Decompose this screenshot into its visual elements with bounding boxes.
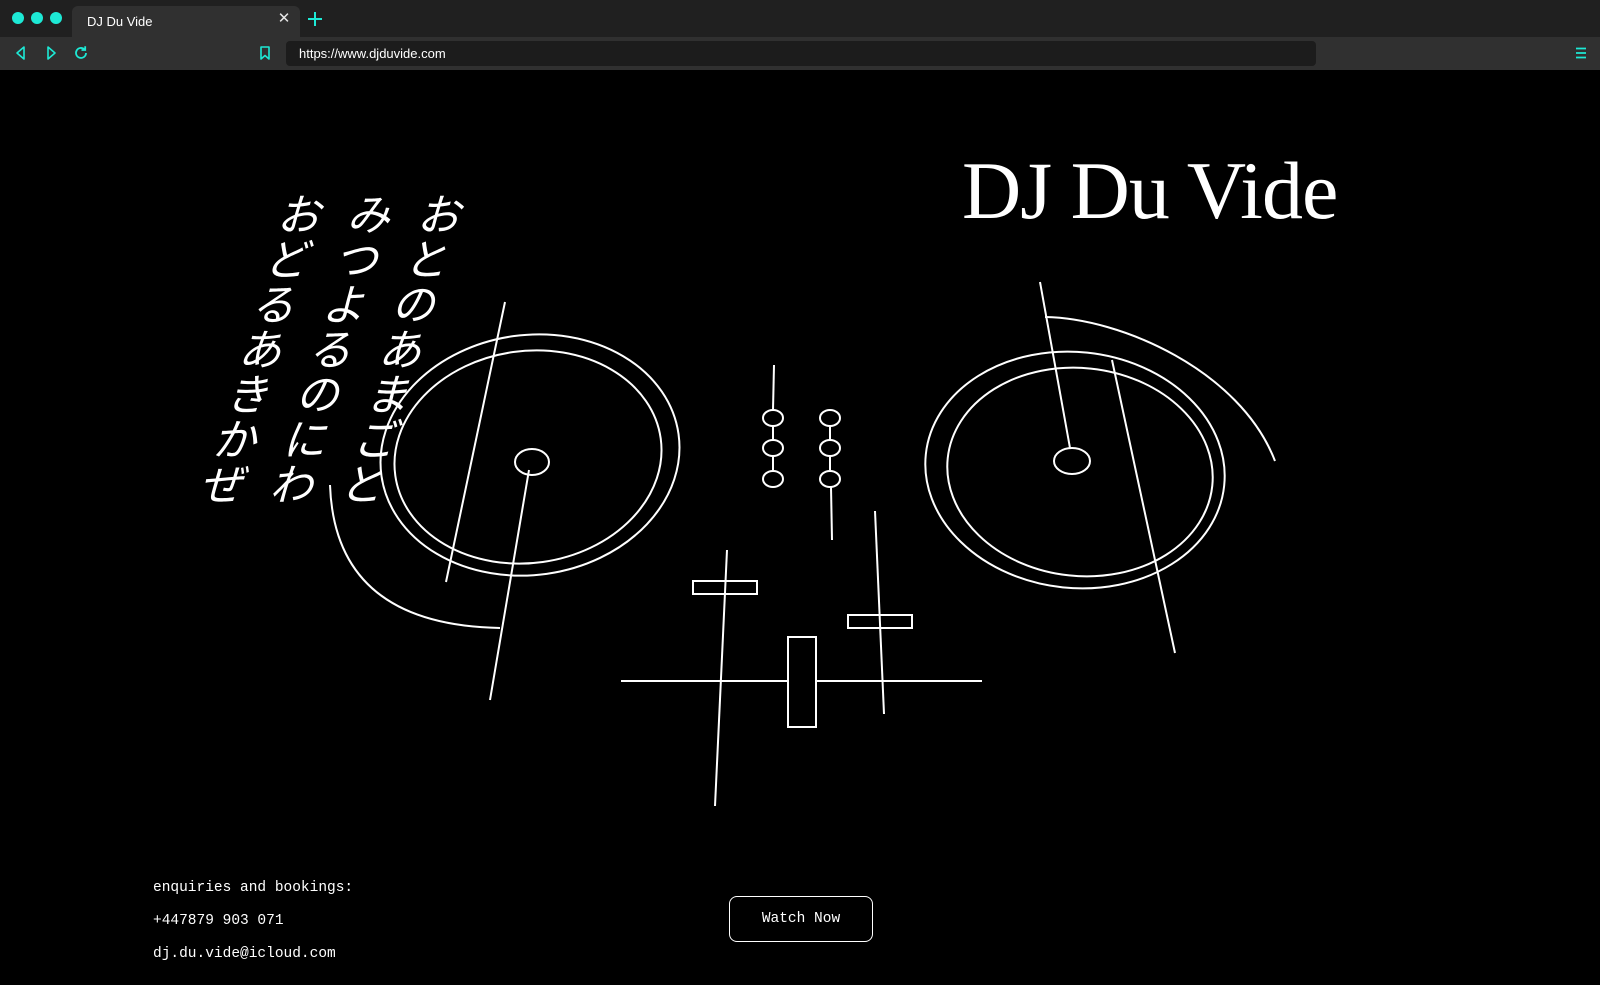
knob — [819, 409, 841, 427]
browser-tab-bar: DJ Du Vide ✕ — [0, 0, 1600, 37]
url-text: https://www.djduvide.com — [299, 46, 446, 61]
knob — [819, 439, 841, 457]
right-fader-track — [874, 510, 885, 715]
menu-icon[interactable] — [1572, 44, 1590, 62]
contact-heading: enquiries and bookings: — [153, 880, 354, 896]
knob — [819, 470, 841, 488]
site-title: DJ Du Vide — [962, 145, 1338, 236]
bookmark-icon[interactable] — [256, 44, 274, 62]
knob — [762, 439, 784, 457]
left-fader-track — [714, 549, 728, 807]
browser-toolbar: https://www.djduvide.com — [0, 37, 1600, 71]
contact-phone[interactable]: +447879 903 071 — [153, 913, 353, 946]
address-bar[interactable]: https://www.djduvide.com — [286, 41, 1316, 66]
contact-email[interactable]: dj.du.vide@icloud.com — [153, 946, 353, 979]
left-stylus-line — [445, 301, 506, 583]
forward-arrow-icon[interactable] — [42, 44, 60, 62]
right-spindle — [1053, 447, 1091, 475]
plus-icon[interactable] — [306, 10, 324, 28]
knob — [762, 409, 784, 427]
crossfader-cap — [787, 636, 817, 728]
right-outer-arc — [1044, 316, 1276, 462]
right-platter-outer-ring — [924, 350, 1226, 590]
contact-info: enquiries and bookings: +447879 903 071 … — [153, 880, 353, 979]
reload-icon[interactable] — [72, 44, 90, 62]
watch-now-button[interactable]: Watch Now — [729, 896, 873, 942]
knob-column-left — [772, 364, 775, 411]
close-icon[interactable]: ✕ — [276, 11, 292, 27]
window-maximize-dot-icon[interactable] — [50, 12, 62, 24]
window-close-dot-icon[interactable] — [12, 12, 24, 24]
left-spindle — [514, 448, 550, 476]
browser-tab[interactable]: DJ Du Vide ✕ — [72, 6, 300, 37]
right-tonearm — [1039, 281, 1071, 449]
knob — [762, 470, 784, 488]
tab-title: DJ Du Vide — [87, 14, 153, 29]
window-minimize-dot-icon[interactable] — [31, 12, 43, 24]
left-tonearm — [489, 469, 530, 701]
page-content: DJ Du Vide おとのあまごと みつよるのにわ おどるあきかぜ enqui… — [0, 70, 1600, 985]
right-stylus-line — [1111, 359, 1176, 654]
back-arrow-icon[interactable] — [12, 44, 30, 62]
